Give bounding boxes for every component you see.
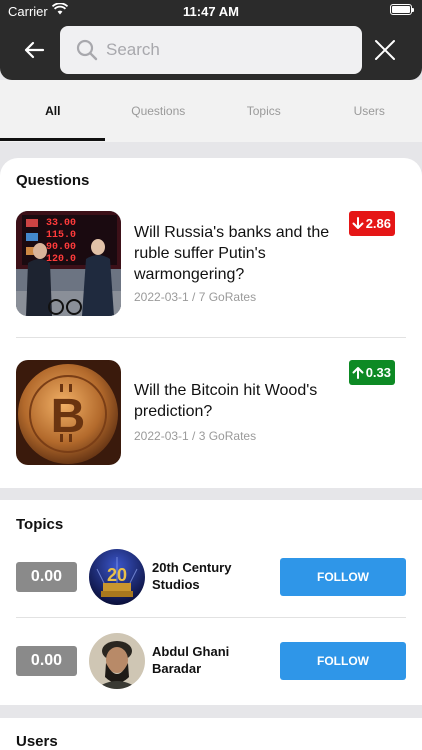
back-button[interactable] bbox=[20, 36, 48, 64]
active-tab-indicator bbox=[0, 138, 105, 141]
topics-card: Topics 0.00 20 20th Century Studios FOLL… bbox=[0, 500, 422, 705]
clock: 11:47 AM bbox=[183, 4, 239, 19]
rate-change-value: 2.86 bbox=[365, 216, 391, 231]
search-bar[interactable] bbox=[60, 26, 362, 74]
status-bar: Carrier 11:47 AM bbox=[0, 0, 422, 22]
question-thumbnail: B bbox=[16, 360, 121, 465]
question-item[interactable]: B Will the Bitcoin hit Wood's prediction… bbox=[16, 360, 406, 470]
section-title-questions: Questions bbox=[16, 172, 90, 189]
divider bbox=[16, 617, 406, 618]
question-item[interactable]: 33.00 115.0 90.00 120.0 Will Russia's ba… bbox=[16, 211, 406, 321]
arrow-down-icon bbox=[352, 217, 364, 230]
topic-score: 0.00 bbox=[16, 562, 77, 592]
tab-all[interactable]: All bbox=[0, 80, 106, 142]
question-title: Will the Bitcoin hit Wood's prediction? bbox=[134, 382, 318, 420]
divider bbox=[16, 337, 406, 338]
tab-questions[interactable]: Questions bbox=[106, 80, 212, 142]
arrow-up-icon bbox=[352, 367, 364, 380]
section-title-users: Users bbox=[16, 733, 58, 750]
follow-button[interactable]: FOLLOW bbox=[280, 558, 406, 596]
topic-name: 20th Century Studios bbox=[152, 560, 232, 592]
topic-avatar: 20 bbox=[89, 549, 145, 605]
question-meta: 2022-03-1 / 7 GoRates bbox=[134, 290, 257, 304]
rate-change-value: 0.33 bbox=[365, 365, 391, 380]
svg-text:120.0: 120.0 bbox=[46, 254, 76, 265]
tab-topics[interactable]: Topics bbox=[211, 80, 317, 142]
tab-users[interactable]: Users bbox=[317, 80, 422, 142]
rate-change-badge: 2.86 bbox=[348, 211, 395, 236]
close-icon bbox=[375, 40, 395, 60]
search-input[interactable] bbox=[106, 26, 346, 74]
questions-card: Questions 33.00 115.0 90.00 120.0 Will R… bbox=[0, 158, 422, 488]
top-bar: Carrier 11:47 AM bbox=[0, 0, 422, 80]
svg-text:B: B bbox=[51, 390, 86, 443]
topic-row[interactable]: 0.00 Abdul Ghani Baradar FOLLOW bbox=[16, 631, 406, 689]
battery-icon bbox=[390, 4, 414, 15]
topic-score: 0.00 bbox=[16, 646, 77, 676]
search-icon bbox=[76, 39, 98, 66]
svg-text:33.00: 33.00 bbox=[46, 218, 76, 229]
svg-text:20: 20 bbox=[107, 565, 127, 585]
svg-text:90.00: 90.00 bbox=[46, 242, 76, 253]
question-meta: 2022-03-1 / 3 GoRates bbox=[134, 429, 257, 443]
question-title: Will Russia's banks and the ruble suffer… bbox=[134, 224, 330, 283]
topic-name: Abdul Ghani Baradar bbox=[152, 644, 230, 676]
svg-text:115.0: 115.0 bbox=[46, 230, 76, 241]
tab-bar: All Questions Topics Users bbox=[0, 80, 422, 142]
section-title-topics: Topics bbox=[16, 516, 64, 533]
close-button[interactable] bbox=[373, 38, 397, 62]
follow-button[interactable]: FOLLOW bbox=[280, 642, 406, 680]
topic-avatar bbox=[89, 633, 145, 689]
users-card: Users bbox=[0, 718, 422, 750]
topic-row[interactable]: 0.00 20 20th Century Studios FOLLOW bbox=[16, 547, 406, 605]
rate-change-badge: 0.33 bbox=[348, 360, 395, 385]
question-thumbnail: 33.00 115.0 90.00 120.0 bbox=[16, 211, 121, 316]
arrow-left-icon bbox=[24, 41, 45, 59]
